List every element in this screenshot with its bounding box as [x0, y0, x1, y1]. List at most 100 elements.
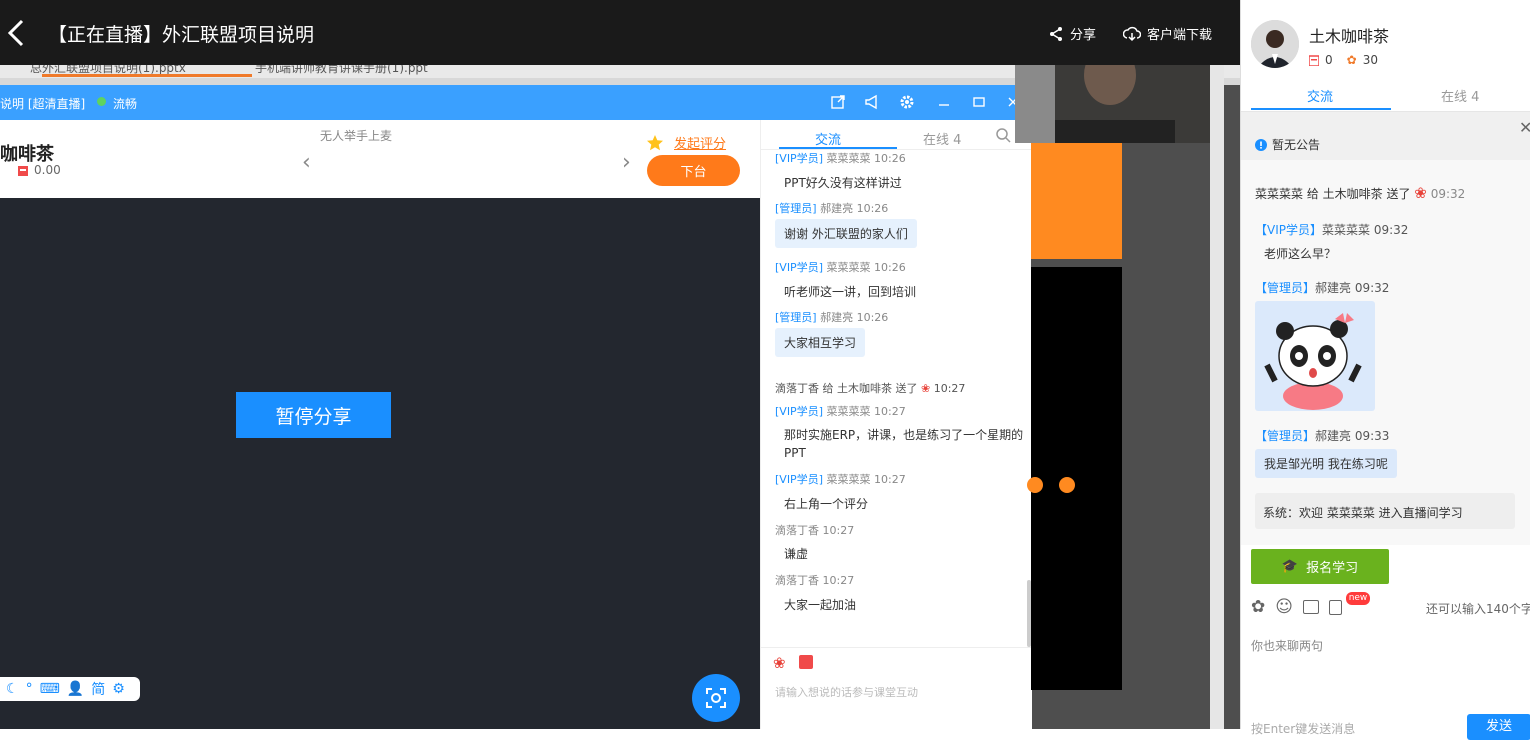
- homework-icon[interactable]: [1328, 599, 1342, 615]
- flower-icon[interactable]: ❀: [773, 654, 786, 672]
- message-meta: 滴落丁香 10:27: [775, 574, 855, 587]
- message-text: 听老师这一讲，回到培训: [775, 277, 926, 306]
- minimize-icon: [935, 93, 953, 111]
- leave-stage-button[interactable]: 下台: [647, 155, 740, 186]
- rate-label: 发起评分: [674, 137, 727, 152]
- flower-icon: ✿: [1346, 53, 1357, 67]
- pause-share-button[interactable]: 暂停分享: [236, 392, 391, 438]
- message-text: 大家一起加油: [775, 590, 866, 619]
- coin-box-icon: [18, 165, 28, 176]
- rose-icon: ❀: [921, 382, 931, 395]
- send-button[interactable]: 发送: [1467, 714, 1530, 740]
- hands-up-status: 无人举手上麦: [320, 129, 393, 143]
- screenshot-icon: [706, 688, 726, 708]
- slide-black-block: [1027, 267, 1122, 690]
- client-download-button[interactable]: 客户端下载: [1123, 24, 1212, 43]
- coin-value: 0.00: [34, 163, 61, 177]
- flower-gift-icon[interactable]: ✿: [1251, 597, 1265, 617]
- stat-coins: 0: [1325, 53, 1333, 67]
- gift-message: 菜菜菜菜 给 土木咖啡茶 送了 ❀ 09:32: [1255, 184, 1466, 202]
- download-label: 客户端下载: [1147, 28, 1213, 43]
- cloud-download-icon: [1123, 26, 1141, 41]
- star-icon: [647, 134, 663, 150]
- inner-tab-chat[interactable]: 交流: [815, 129, 841, 148]
- teacher-info-bar: 咖啡茶 0.00 无人举手上麦 ‹ › 发起评分 下台: [0, 120, 760, 198]
- message-text: 谢谢 外汇联盟的家人们: [775, 219, 917, 248]
- avatar: [1251, 20, 1299, 68]
- status-text: 流畅: [113, 97, 138, 111]
- image-icon[interactable]: [1302, 600, 1319, 614]
- message-meta: [VIP学员] 菜菜菜菜 10:26: [775, 152, 906, 165]
- inner-tab-underline: [779, 147, 897, 149]
- bottom-toolbar: ☾ ° ⌨ 👤 简 ⚙: [0, 677, 140, 701]
- inner-message-list: [VIP学员] 菜菜菜菜 10:26 PPT好久没有这样讲过 [管理员] 郝建亮…: [761, 150, 1032, 647]
- chat-input[interactable]: 你也来聊两句: [1251, 637, 1323, 654]
- coin-balance: 0.00: [18, 163, 61, 177]
- message-text: 谦虚: [775, 539, 818, 568]
- popout-icon: [829, 93, 847, 111]
- message-text: 右上角一个评分: [775, 489, 878, 518]
- webcam-view: [1015, 65, 1217, 143]
- chevron-left-icon[interactable]: ‹: [302, 150, 311, 175]
- desktop-tab-2: 手机端讲师教育讲课手册(1).ppt: [255, 65, 428, 75]
- maximize-icon: [970, 93, 988, 111]
- app-window-title: 说明 [超清直播]: [0, 97, 86, 111]
- info-icon: [1255, 138, 1267, 151]
- notice-text: 暂无公告: [1272, 138, 1321, 152]
- notice: 暂无公告: [1255, 136, 1320, 153]
- sidebar-message-list: 菜菜菜菜 给 土木咖啡茶 送了 ❀ 09:32 【VIP学员】菜菜菜菜 09:3…: [1241, 160, 1530, 545]
- enroll-button[interactable]: 🎓 报名学习: [1251, 549, 1389, 584]
- anchor-stats: 0 ✿ 30: [1309, 53, 1378, 67]
- inner-chat-input-bar: ❀ 请输入想说的话参与课堂互动: [761, 647, 1032, 729]
- sidebar-tabs: 交流 在线 4: [1241, 80, 1530, 112]
- page-title: 【正在直播】外汇联盟项目说明: [48, 24, 315, 46]
- chevron-right-icon[interactable]: ›: [622, 150, 631, 175]
- emoji-icon[interactable]: ☺: [1275, 597, 1293, 617]
- live-stage: 总外汇联盟项目说明(1).pptx 手机端讲师教育讲课手册(1).ppt 说明 …: [0, 65, 1240, 729]
- inner-chat-input[interactable]: 请输入想说的话参与课堂互动: [775, 684, 918, 700]
- message-meta: 【VIP学员】菜菜菜菜 09:32: [1255, 223, 1409, 237]
- message-meta: 【管理员】郝建亮 09:33: [1255, 429, 1390, 443]
- keyboard-icon[interactable]: ⌨: [40, 681, 60, 697]
- right-sidebar: 土木咖啡茶 0 ✿ 30 交流 在线 4 暂无公告 ✕ 菜菜菜菜 给 土木咖啡茶…: [1240, 0, 1530, 740]
- message-text: PPT好久没有这样讲过: [775, 168, 911, 197]
- system-message: 系统：欢迎 菜菜菜菜 进入直播间学习: [1255, 493, 1515, 529]
- user-icon[interactable]: 👤: [67, 681, 84, 697]
- simplified-toggle[interactable]: 简: [91, 679, 105, 699]
- message-text: 老师这么早？: [1264, 247, 1337, 261]
- message-text: 那时实施ERP，讲课，也是练习了一个星期的PPT: [775, 420, 1032, 468]
- input-tools: ✿ ☺: [1251, 597, 1342, 617]
- tool-gear-icon[interactable]: ⚙: [112, 681, 125, 697]
- stage-scrollbar[interactable]: [1210, 65, 1224, 729]
- message-meta: [VIP学员] 菜菜菜菜 10:26: [775, 261, 906, 274]
- rose-icon: ❀: [1414, 184, 1427, 202]
- red-packet-icon[interactable]: [799, 655, 813, 669]
- orange-dot: [1059, 477, 1075, 493]
- search-icon[interactable]: [995, 127, 1011, 143]
- message-text: 大家相互学习: [775, 328, 866, 357]
- shared-app-window: 说明 [超清直播] 流畅 咖啡茶 0.00 无人举手上麦 ‹ › 发起评分 下台…: [0, 85, 1032, 729]
- share-button[interactable]: 分享: [1048, 24, 1096, 43]
- moon-icon[interactable]: ☾: [6, 681, 19, 697]
- panda-sticker: [1255, 301, 1375, 411]
- tab-online[interactable]: 在线 4: [1441, 86, 1479, 105]
- remaining-chars: 还可以输入140个字: [1426, 602, 1530, 616]
- orange-dot: [1027, 477, 1043, 493]
- anchor-name: 土木咖啡茶: [1309, 27, 1390, 46]
- message-meta: 【管理员】郝建亮 09:32: [1255, 281, 1390, 295]
- dots-icon[interactable]: °: [26, 681, 33, 697]
- close-notice-icon[interactable]: ✕: [1519, 118, 1530, 137]
- inner-tab-online[interactable]: 在线 4: [923, 129, 961, 148]
- back-arrow-icon[interactable]: [4, 18, 28, 48]
- message-text: 我是邹光明 我在练习呢: [1255, 449, 1397, 478]
- tab-chat[interactable]: 交流: [1307, 86, 1333, 105]
- top-bar: 【正在直播】外汇联盟项目说明 分享 客户端下载: [0, 0, 1240, 65]
- message-meta: [管理员] 郝建亮 10:26: [775, 311, 889, 324]
- inner-chat-tabs: 交流 在线 4: [761, 120, 1032, 150]
- slide-orange-block: [1031, 143, 1122, 259]
- message-meta: [管理员] 郝建亮 10:26: [775, 202, 889, 215]
- message-meta: 滴落丁香 10:27: [775, 524, 855, 537]
- rate-button[interactable]: 发起评分: [646, 133, 726, 152]
- settings-gear-icon: [898, 93, 916, 111]
- screenshot-button[interactable]: [692, 674, 740, 722]
